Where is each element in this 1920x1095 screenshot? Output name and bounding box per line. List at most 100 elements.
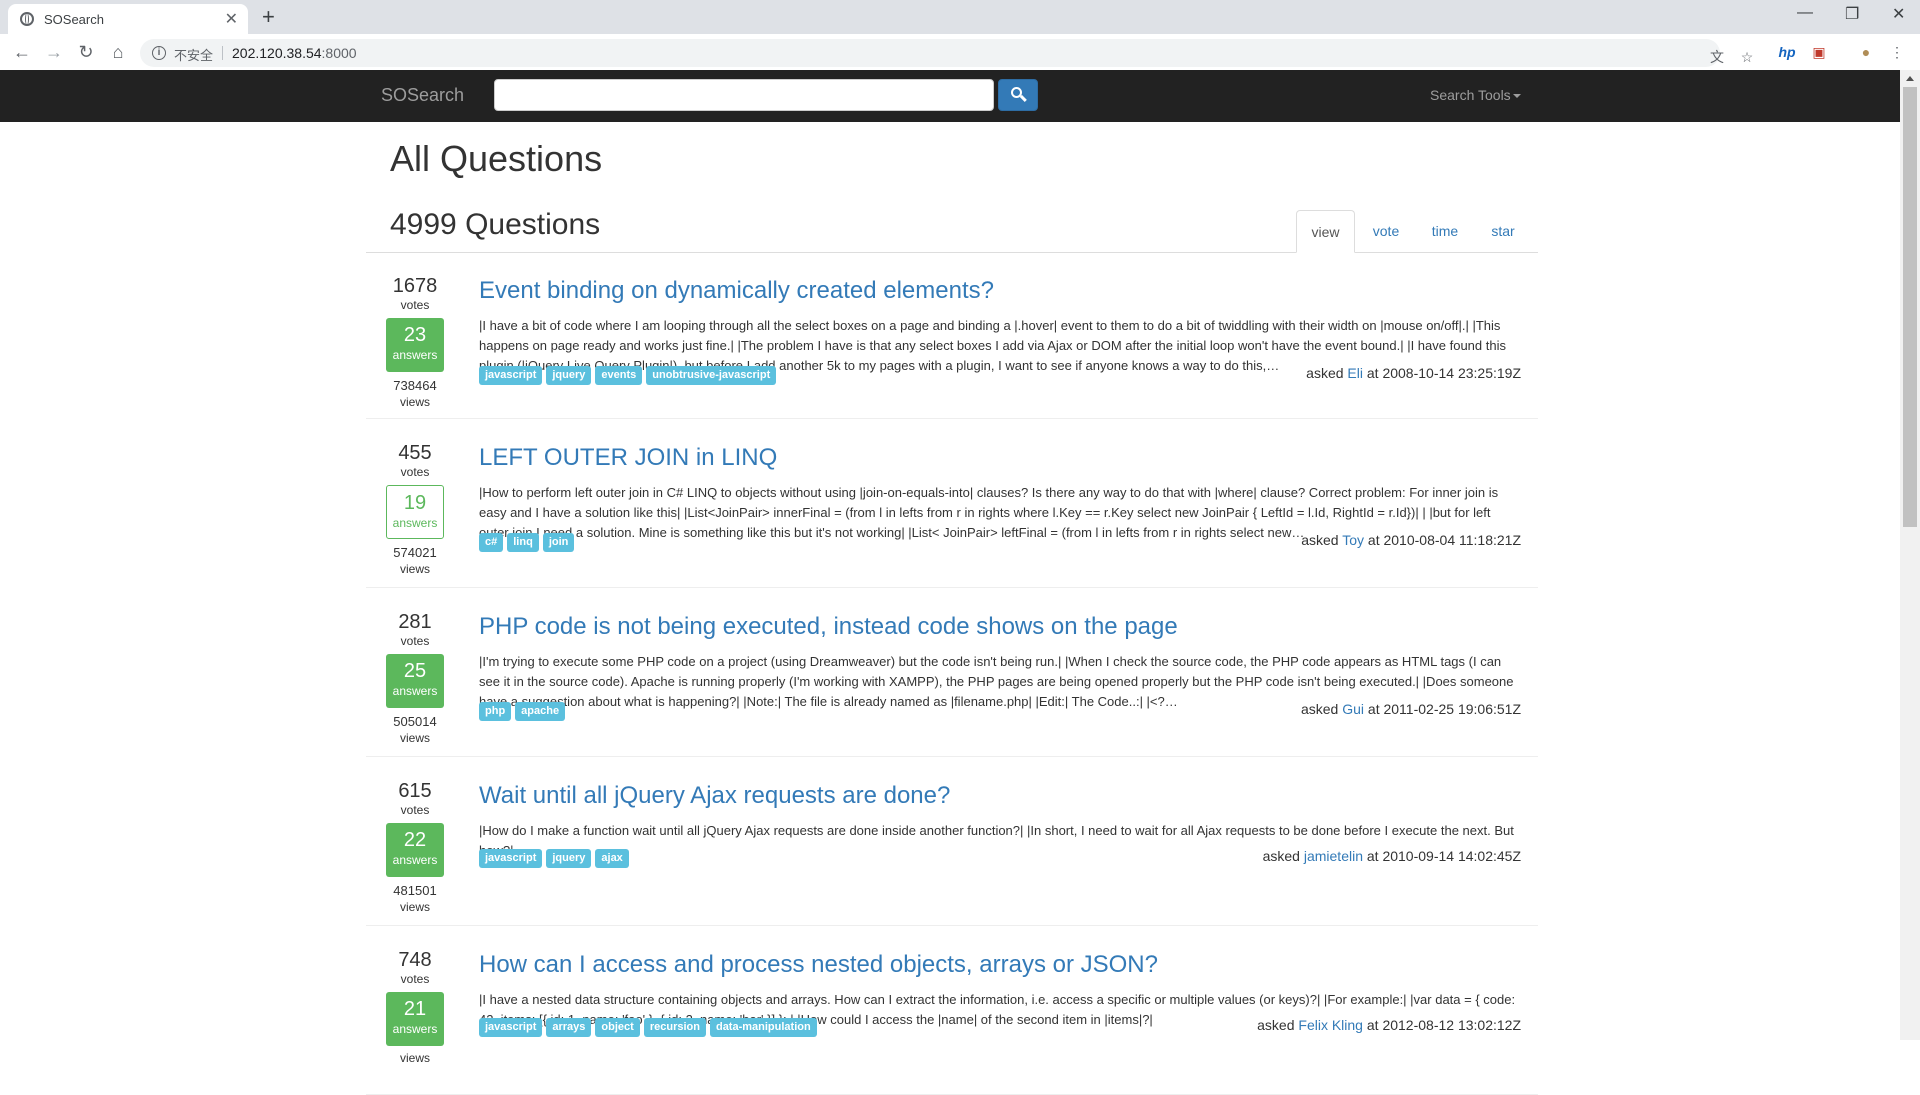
question-title-link[interactable]: Wait until all jQuery Ajax requests are …: [479, 782, 950, 809]
globe-icon: [20, 12, 34, 26]
address-bar[interactable]: i 不安全 202.120.38.54:8000 文 ☆: [140, 39, 1753, 67]
view-count: 481501: [393, 883, 437, 898]
question-body: LEFT OUTER JOIN in LINQ |How to perform …: [479, 443, 1521, 552]
view-count: 505014: [393, 714, 437, 729]
answers-label: answers: [392, 684, 438, 698]
tag-label[interactable]: apache: [515, 702, 566, 721]
browser-toolbar: ← → ↻ ⌂ i 不安全 202.120.38.54:8000 文 ☆ hp …: [0, 34, 1920, 71]
back-icon[interactable]: ←: [10, 40, 34, 64]
tab-sort-time[interactable]: time: [1420, 210, 1470, 252]
vote-count: 1678: [392, 275, 438, 297]
asked-time: at 2012-08-12 13:02:12Z: [1366, 1017, 1521, 1033]
tag-list: javascript jquery events unobtrusive-javasc…: [479, 366, 777, 385]
tab-sort-view[interactable]: view: [1296, 210, 1355, 253]
answer-count: 21: [403, 998, 427, 1020]
asked-time: at 2010-08-04 11:18:21Z: [1367, 532, 1521, 548]
forward-icon[interactable]: →: [42, 40, 66, 64]
tag-label[interactable]: jquery: [546, 849, 592, 868]
question-body: Wait until all jQuery Ajax requests are …: [479, 781, 1521, 881]
tag-label[interactable]: javascript: [479, 366, 543, 385]
user-link[interactable]: Eli: [1347, 365, 1363, 381]
question-title-link[interactable]: Event binding on dynamically created ele…: [479, 277, 994, 304]
search-button[interactable]: [998, 79, 1038, 111]
question-stats: 1678 votes 23 answers 738464 views: [386, 274, 444, 409]
user-link[interactable]: Toy: [1342, 532, 1364, 548]
tag-label[interactable]: php: [479, 702, 512, 721]
asked-label: asked: [1306, 365, 1344, 381]
answers-label: answers: [392, 516, 438, 530]
answers-label: answers: [392, 1022, 438, 1036]
url-host: 202.120.38.54: [232, 45, 322, 61]
asked-label: asked: [1301, 532, 1339, 548]
minimize-icon[interactable]: —: [1797, 4, 1813, 22]
scroll-up-icon[interactable]: [1906, 76, 1914, 81]
views-label: views: [399, 562, 430, 576]
user-link[interactable]: Felix Kling: [1298, 1017, 1363, 1033]
tag-label[interactable]: events: [595, 366, 643, 385]
question-item: 615 votes 22 answers 481501 views Wait u…: [366, 757, 1538, 926]
close-tab-icon[interactable]: ✕: [225, 9, 238, 29]
user-link[interactable]: Gui: [1342, 701, 1364, 717]
scrollbar-thumb[interactable]: [1903, 87, 1917, 527]
asked-info: asked Toy at 2010-08-04 11:18:21Z: [1301, 532, 1521, 548]
hp-extension-icon[interactable]: hp: [1776, 41, 1798, 63]
caret-down-icon: [1512, 94, 1521, 99]
tag-list: php apache: [479, 702, 566, 721]
question-title-link[interactable]: How can I access and process nested obje…: [479, 951, 1158, 978]
new-tab-icon[interactable]: +: [262, 6, 275, 28]
menu-icon[interactable]: ⋮: [1886, 41, 1908, 63]
pdf-extension-icon[interactable]: ▣: [1808, 41, 1830, 63]
tag-label[interactable]: object: [595, 1018, 640, 1037]
asked-info: asked Eli at 2008-10-14 23:25:19Z: [1306, 365, 1521, 381]
user-link[interactable]: jamietelin: [1304, 848, 1363, 864]
info-icon[interactable]: i: [152, 46, 166, 60]
views-label: views: [399, 1051, 430, 1065]
url-text[interactable]: 202.120.38.54:8000: [232, 45, 357, 61]
tag-label[interactable]: ajax: [595, 849, 629, 868]
question-title-link[interactable]: PHP code is not being executed, instead …: [479, 613, 1178, 640]
profile-avatar-icon[interactable]: ●: [1855, 41, 1877, 63]
tag-label[interactable]: c#: [479, 533, 504, 552]
asked-time: at 2011-02-25 19:06:51Z: [1367, 701, 1521, 717]
tab-sort-star[interactable]: star: [1478, 210, 1528, 252]
restore-icon[interactable]: ❐: [1845, 4, 1859, 24]
home-icon[interactable]: ⌂: [106, 40, 130, 64]
app-navbar: SOSearch Search Tools: [0, 70, 1900, 122]
answer-count: 22: [403, 829, 427, 851]
url-port: :8000: [321, 45, 357, 61]
tag-label[interactable]: javascript: [479, 1018, 543, 1037]
browser-tab[interactable]: SOSearch ✕: [8, 4, 248, 34]
asked-info: asked Felix Kling at 2012-08-12 13:02:12…: [1257, 1017, 1521, 1033]
star-icon[interactable]: ☆: [1736, 46, 1758, 68]
translate-icon[interactable]: 文: [1706, 46, 1728, 68]
question-title-link[interactable]: LEFT OUTER JOIN in LINQ: [479, 444, 777, 471]
page-title: All Questions: [390, 138, 603, 179]
window-close-icon[interactable]: ✕: [1892, 4, 1905, 24]
views-label: views: [399, 395, 430, 409]
asked-time: at 2010-09-14 14:02:45Z: [1366, 848, 1521, 864]
search-tools-dropdown[interactable]: Search Tools: [1430, 87, 1521, 103]
tab-sort-vote[interactable]: vote: [1360, 210, 1412, 252]
tag-label[interactable]: linq: [507, 533, 539, 552]
asked-label: asked: [1300, 701, 1339, 717]
votes-label: votes: [400, 803, 430, 817]
brand-link[interactable]: SOSearch: [381, 85, 464, 106]
votes-label: votes: [400, 634, 430, 648]
views-label: views: [399, 731, 430, 745]
page-scrollbar[interactable]: [1900, 70, 1920, 1040]
answer-count: 25: [403, 660, 427, 682]
view-count: 574021: [393, 545, 437, 560]
tag-label[interactable]: jquery: [546, 366, 592, 385]
tag-label[interactable]: arrays: [546, 1018, 592, 1037]
reload-icon[interactable]: ↻: [74, 40, 98, 64]
answer-count-box: 22 answers: [386, 823, 444, 877]
tag-label[interactable]: join: [542, 533, 575, 552]
tag-label[interactable]: javascript: [479, 849, 543, 868]
tag-label[interactable]: data-manipulation: [709, 1018, 817, 1037]
asked-time: at 2008-10-14 23:25:19Z: [1366, 365, 1521, 381]
question-item: 281 votes 25 answers 505014 views PHP co…: [366, 588, 1538, 757]
tag-label[interactable]: recursion: [643, 1018, 706, 1037]
search-input[interactable]: [494, 79, 994, 111]
tag-label[interactable]: unobtrusive-javascript: [646, 366, 777, 385]
answers-label: answers: [392, 348, 438, 362]
